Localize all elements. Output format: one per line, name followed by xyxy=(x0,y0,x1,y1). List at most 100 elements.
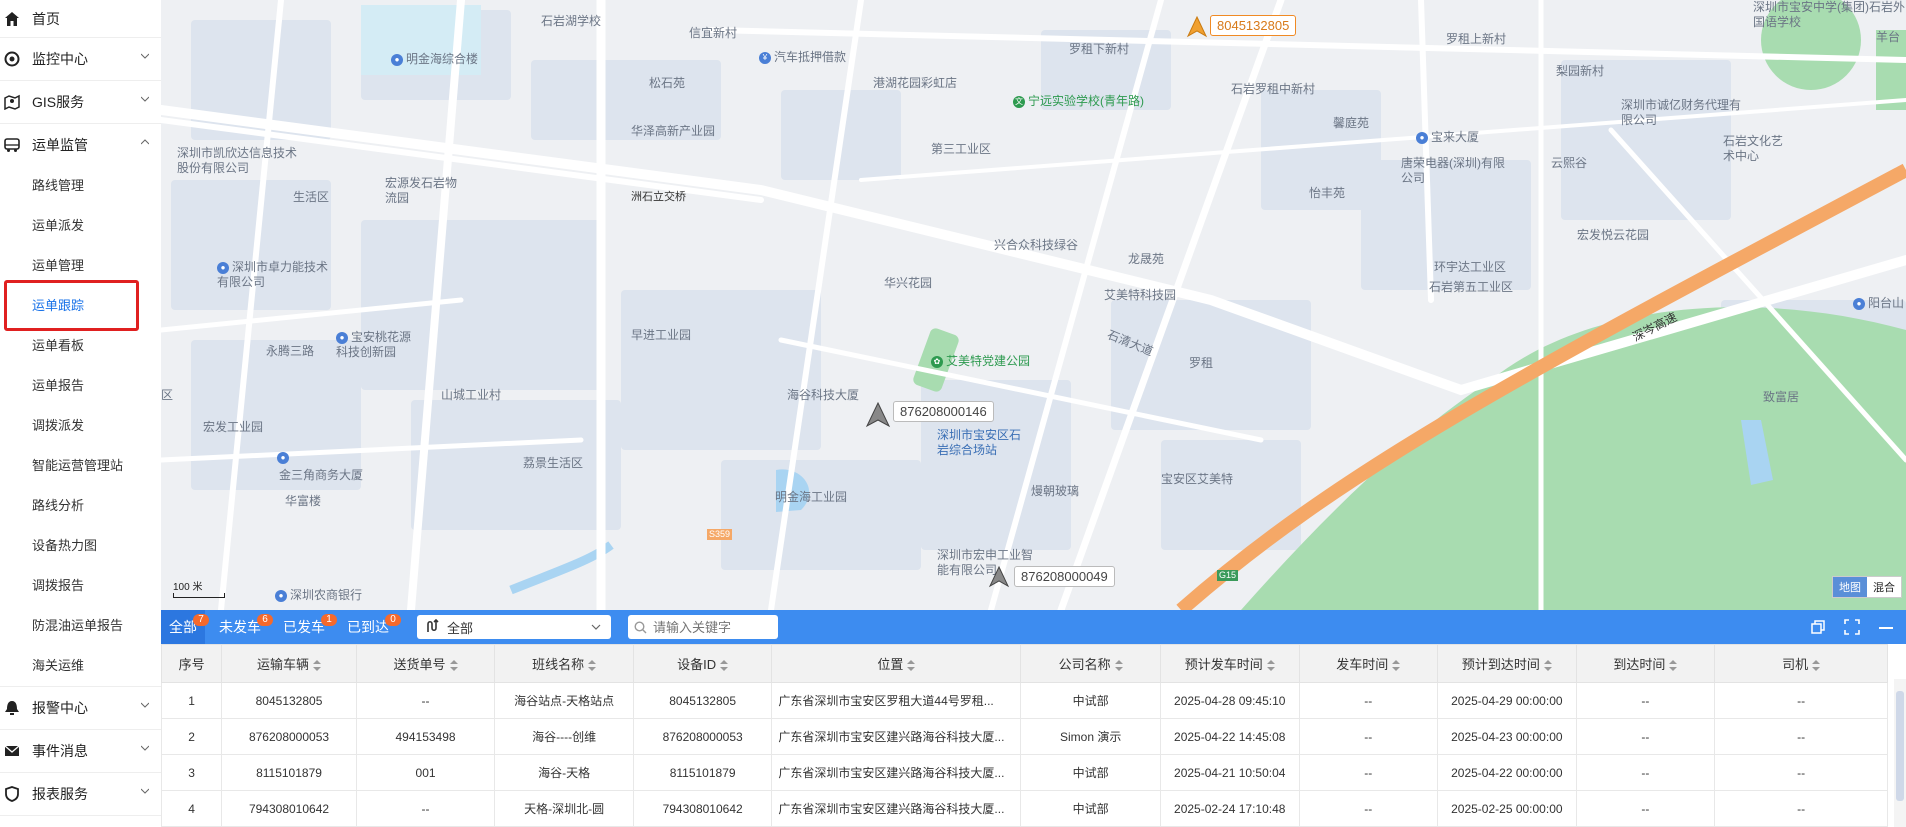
sort-icon[interactable] xyxy=(1669,660,1678,672)
map-scale-bar xyxy=(173,593,225,598)
map-type-map-button[interactable]: 地图 xyxy=(1833,577,1867,597)
sidebar-sub-waybill-manage[interactable]: 运单管理 xyxy=(0,246,161,286)
map-label: 唐荣电器(深圳)有限公司 xyxy=(1401,156,1505,185)
sort-icon[interactable] xyxy=(1812,660,1821,672)
sidebar-item-events[interactable]: 事件消息 xyxy=(0,730,161,773)
column-header[interactable]: 设备ID xyxy=(632,644,773,683)
table-header-row: 序号 运输车辆 送货单号 班线名称 设备ID 位置 公司名称 预计发车时间 发车时间 预计到达时间… xyxy=(160,644,1888,683)
sort-icon[interactable] xyxy=(449,660,458,672)
sidebar-sub-waybill-board[interactable]: 运单看板 xyxy=(0,326,161,366)
sort-icon[interactable] xyxy=(588,660,597,672)
tab-departed[interactable]: 已发车 1 xyxy=(275,610,337,644)
vehicle-marker-icon[interactable] xyxy=(988,566,1010,588)
alarm-icon xyxy=(2,698,22,718)
map-type-switch: 地图 混合 xyxy=(1832,576,1902,598)
sort-icon[interactable] xyxy=(1266,660,1275,672)
map-label: ● 阳台山 xyxy=(1853,296,1904,311)
vehicle-tag[interactable]: 8045132805 xyxy=(1210,15,1297,36)
chevron-down-icon xyxy=(141,745,149,751)
sidebar-item-gis[interactable]: GIS服务 xyxy=(0,81,161,124)
column-header-label: 序号 xyxy=(178,657,205,672)
sidebar-sub-smart-station[interactable]: 智能运营管理站 xyxy=(0,446,161,486)
map-canvas xyxy=(161,0,1906,610)
chevron-down-icon xyxy=(141,788,149,794)
column-header[interactable]: 预计到达时间 xyxy=(1437,644,1577,683)
sort-icon[interactable] xyxy=(720,660,729,672)
sidebar-sub-waybill-report[interactable]: 运单报告 xyxy=(0,366,161,406)
sidebar-sub-route-analysis[interactable]: 路线分析 xyxy=(0,486,161,526)
vehicle-marker-icon[interactable] xyxy=(865,402,891,428)
column-header[interactable]: 公司名称 xyxy=(1020,644,1161,683)
sort-icon[interactable] xyxy=(313,660,321,672)
sidebar-item-label: 事件消息 xyxy=(32,743,88,759)
sidebar-item-waybill[interactable]: 运单监管 xyxy=(0,124,161,166)
map-label: ● 深圳农商银行 xyxy=(275,588,362,603)
sidebar-sub-customs[interactable]: 海关运维 xyxy=(0,646,161,686)
column-header[interactable]: 送货单号 xyxy=(355,644,496,683)
table-scrollbar[interactable] xyxy=(1894,679,1906,827)
table-row[interactable]: 2 876208000053 494153498 海谷----创维 8762080000… xyxy=(160,718,1888,755)
sidebar-sub-waybill-track[interactable]: 运单跟踪 xyxy=(0,286,161,326)
table-cell: 8115101879 xyxy=(221,754,357,791)
tab-label: 未发车 xyxy=(219,619,261,635)
sidebar-item-alarm[interactable]: 报警中心 xyxy=(0,686,161,730)
sidebar-sub-oil-report[interactable]: 防混油运单报告 xyxy=(0,606,161,646)
column-header[interactable]: 序号 xyxy=(160,644,223,683)
table-cell: -- xyxy=(1714,718,1888,755)
column-header[interactable]: 到达时间 xyxy=(1575,644,1716,683)
restore-icon[interactable] xyxy=(1808,617,1828,637)
column-header[interactable]: 发车时间 xyxy=(1298,644,1439,683)
table-cell: -- xyxy=(1575,682,1716,719)
sidebar-sub-waybill-dispatch[interactable]: 运单派发 xyxy=(0,206,161,246)
search-input[interactable] xyxy=(651,618,773,636)
sidebar-sub-route-manage[interactable]: 路线管理 xyxy=(0,166,161,206)
sidebar-sub-transfer-report[interactable]: 调拨报告 xyxy=(0,566,161,606)
table-row[interactable]: 3 8115101879 001 海谷-天格 8115101879 广东省深圳市宝安区建兴… xyxy=(160,754,1888,791)
sidebar-item-monitor[interactable]: 监控中心 xyxy=(0,38,161,81)
table-cell: 2025-04-22 14:45:08 xyxy=(1159,718,1300,755)
map-view[interactable]: 石岩湖学校 信宜新村 罗租下新村 罗租上新村 深圳市宝安中学(集团)石岩外国语学… xyxy=(161,0,1906,610)
sidebar-item-reports[interactable]: 报表服务 xyxy=(0,773,161,816)
sidebar-item-home[interactable]: 首页 xyxy=(0,0,161,38)
table-row[interactable]: 1 8045132805 -- 海谷站点-天格站点 8045132805 广东省深圳市宝安… xyxy=(160,682,1888,719)
sort-icon[interactable] xyxy=(1543,660,1552,672)
scrollbar-thumb[interactable] xyxy=(1896,691,1904,801)
column-header[interactable]: 位置 xyxy=(771,644,1022,683)
map-label: 罗租下新村 xyxy=(1069,42,1130,56)
column-header[interactable]: 预计发车时间 xyxy=(1159,644,1300,683)
vehicle-marker-icon[interactable] xyxy=(1186,16,1208,38)
map-type-hybrid-button[interactable]: 混合 xyxy=(1867,577,1901,597)
tab-not-departed[interactable]: 未发车 6 xyxy=(211,610,273,644)
tab-arrived[interactable]: 已到达 0 xyxy=(339,610,401,644)
table-cell: -- xyxy=(1575,790,1716,827)
table-cell: 海谷站点-天格站点 xyxy=(494,682,634,719)
route-select-value: 全部 xyxy=(447,620,474,636)
road-shield: G15 xyxy=(1217,570,1239,581)
route-select[interactable]: 全部 xyxy=(417,615,611,639)
table-row[interactable]: 4 794308010642 -- 天格-深圳北-圆 794308010642 广东省深圳… xyxy=(160,790,1888,827)
column-header[interactable]: 司机 xyxy=(1714,644,1888,683)
sidebar-sub-transfer-dispatch[interactable]: 调拨派发 xyxy=(0,406,161,446)
minimize-icon[interactable] xyxy=(1876,617,1896,637)
sort-icon[interactable] xyxy=(1392,660,1401,672)
table-cell: -- xyxy=(1298,682,1439,719)
sort-icon[interactable] xyxy=(907,660,916,672)
table-cell: 794308010642 xyxy=(221,790,357,827)
sidebar-sub-heatmap[interactable]: 设备热力图 xyxy=(0,526,161,566)
tab-label: 已到达 xyxy=(347,619,389,635)
sidebar-item-label: 监控中心 xyxy=(32,51,88,67)
table-cell: 2025-02-25 00:00:00 xyxy=(1437,790,1577,827)
map-label: 永腾三路 xyxy=(266,344,315,358)
tab-all[interactable]: 全部 7 xyxy=(161,610,209,644)
vehicle-tag[interactable]: 876208000146 xyxy=(893,401,994,422)
map-label: 生活区 xyxy=(293,190,330,204)
table-cell: 2025-04-21 10:50:04 xyxy=(1159,754,1300,791)
column-header[interactable]: 运输车辆 xyxy=(221,644,357,683)
vehicle-tag[interactable]: 876208000049 xyxy=(1014,566,1115,587)
sort-icon[interactable] xyxy=(1114,660,1123,672)
column-header-label: 班线名称 xyxy=(532,657,585,672)
table-cell: -- xyxy=(1575,754,1716,791)
fullscreen-icon[interactable] xyxy=(1842,617,1862,637)
column-header[interactable]: 班线名称 xyxy=(494,644,634,683)
map-label: 华泽高新产业园 xyxy=(631,124,716,138)
